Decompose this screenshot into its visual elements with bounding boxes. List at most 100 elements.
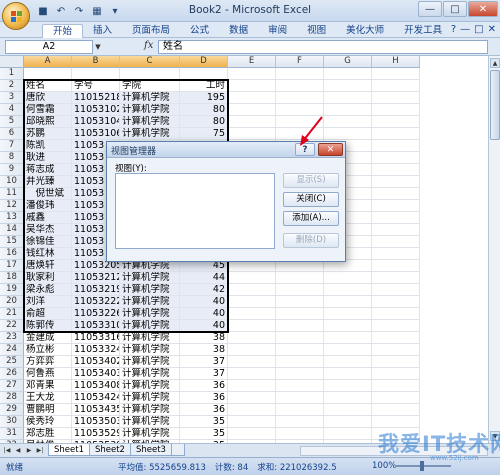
table-cell[interactable]: 35 [180, 416, 228, 428]
table-cell[interactable] [372, 236, 420, 248]
table-cell[interactable]: 11053324 [72, 344, 120, 356]
table-cell[interactable]: 梁永彪 [24, 284, 72, 296]
table-cell[interactable]: 计算机学院 [120, 392, 180, 404]
table-cell[interactable]: 计算机学院 [120, 284, 180, 296]
table-cell[interactable]: 唐欣 [24, 92, 72, 104]
tab-insert[interactable]: 插入 [83, 24, 122, 38]
table-cell[interactable]: 计算机学院 [120, 104, 180, 116]
table-cell[interactable] [228, 428, 276, 440]
table-cell[interactable] [324, 116, 372, 128]
table-cell[interactable] [228, 404, 276, 416]
table-cell[interactable]: 40 [180, 296, 228, 308]
table-cell[interactable] [324, 380, 372, 392]
table-cell[interactable]: 蒋志成 [24, 164, 72, 176]
office-button[interactable] [2, 2, 30, 30]
table-cell[interactable]: 俞超 [24, 308, 72, 320]
table-cell[interactable]: 徐锦佳 [24, 236, 72, 248]
table-cell[interactable] [276, 68, 324, 80]
table-cell[interactable] [72, 68, 120, 80]
row-header[interactable]: 16 [0, 248, 24, 260]
row-header[interactable]: 17 [0, 260, 24, 272]
table-cell[interactable]: 11053219 [72, 284, 120, 296]
add-view-button[interactable]: 添加(A)... [283, 211, 339, 226]
table-cell[interactable] [324, 416, 372, 428]
table-cell[interactable] [372, 356, 420, 368]
table-cell[interactable] [372, 224, 420, 236]
row-header[interactable]: 13 [0, 212, 24, 224]
table-cell[interactable] [276, 296, 324, 308]
row-header[interactable]: 3 [0, 92, 24, 104]
table-cell[interactable]: 计算机学院 [120, 320, 180, 332]
table-cell[interactable]: 侯秀玲 [24, 416, 72, 428]
table-cell[interactable] [324, 68, 372, 80]
table-cell[interactable] [276, 116, 324, 128]
table-cell[interactable] [372, 80, 420, 92]
table-cell[interactable] [276, 332, 324, 344]
minimize-button[interactable]: — [418, 1, 442, 17]
row-header[interactable]: 14 [0, 224, 24, 236]
row-header[interactable]: 7 [0, 140, 24, 152]
table-cell[interactable] [228, 104, 276, 116]
table-cell[interactable]: 工时 [180, 80, 228, 92]
table-cell[interactable]: 80 [180, 104, 228, 116]
table-cell[interactable] [228, 296, 276, 308]
table-cell[interactable]: 37 [180, 356, 228, 368]
table-cell[interactable]: 11053402 [72, 356, 120, 368]
table-cell[interactable] [372, 272, 420, 284]
table-cell[interactable]: 钱红林 [24, 248, 72, 260]
table-cell[interactable] [324, 128, 372, 140]
row-header[interactable]: 23 [0, 332, 24, 344]
table-cell[interactable] [372, 164, 420, 176]
table-cell[interactable]: 11053106 [72, 128, 120, 140]
table-cell[interactable]: 倪世斌 [24, 188, 72, 200]
table-cell[interactable] [372, 128, 420, 140]
table-cell[interactable]: 11053212 [72, 272, 120, 284]
table-cell[interactable] [372, 284, 420, 296]
sheet-tab-sheet2[interactable]: Sheet2 [88, 444, 131, 456]
table-cell[interactable] [324, 332, 372, 344]
table-cell[interactable] [372, 104, 420, 116]
table-cell[interactable] [372, 296, 420, 308]
row-header[interactable]: 25 [0, 356, 24, 368]
row-header[interactable]: 9 [0, 164, 24, 176]
table-cell[interactable]: 11015218 [72, 92, 120, 104]
table-cell[interactable] [228, 308, 276, 320]
tab-page-layout[interactable]: 页面布局 [122, 24, 180, 38]
table-cell[interactable] [228, 284, 276, 296]
column-header[interactable]: A [24, 56, 72, 68]
workbook-restore-icon[interactable]: □ [474, 24, 483, 35]
column-header[interactable]: F [276, 56, 324, 68]
table-cell[interactable]: 36 [180, 392, 228, 404]
help-icon[interactable]: ? [451, 24, 456, 35]
column-header[interactable]: B [72, 56, 120, 68]
table-cell[interactable]: 耿进 [24, 152, 72, 164]
dialog-title-bar[interactable]: 视图管理器 ? ✕ [107, 142, 345, 158]
table-cell[interactable]: 计算机学院 [120, 416, 180, 428]
table-cell[interactable]: 邱晓熙 [24, 116, 72, 128]
zoom-slider[interactable] [395, 461, 451, 471]
tab-formulas[interactable]: 公式 [180, 24, 219, 38]
table-cell[interactable] [228, 356, 276, 368]
row-header[interactable]: 29 [0, 404, 24, 416]
table-cell[interactable] [324, 368, 372, 380]
row-header[interactable]: 11 [0, 188, 24, 200]
table-cell[interactable] [228, 320, 276, 332]
table-cell[interactable] [228, 272, 276, 284]
dialog-close-button[interactable]: ✕ [318, 143, 343, 156]
table-cell[interactable]: 11053104 [72, 116, 120, 128]
table-cell[interactable]: 邓青果 [24, 380, 72, 392]
dialog-help-button[interactable]: ? [295, 143, 315, 156]
table-cell[interactable]: 11053503 [72, 416, 120, 428]
row-header[interactable]: 6 [0, 128, 24, 140]
table-cell[interactable]: 杨立彬 [24, 344, 72, 356]
table-cell[interactable] [324, 80, 372, 92]
table-cell[interactable]: 42 [180, 284, 228, 296]
next-sheet-icon[interactable]: ▶ [24, 445, 34, 456]
table-cell[interactable]: 井光臻 [24, 176, 72, 188]
column-header[interactable]: C [120, 56, 180, 68]
name-box[interactable]: A2 [5, 40, 93, 54]
table-cell[interactable] [372, 248, 420, 260]
sheet-tab-sheet3[interactable]: Sheet3 [129, 444, 172, 456]
table-cell[interactable]: 吴华杰 [24, 224, 72, 236]
table-cell[interactable]: 计算机学院 [120, 356, 180, 368]
